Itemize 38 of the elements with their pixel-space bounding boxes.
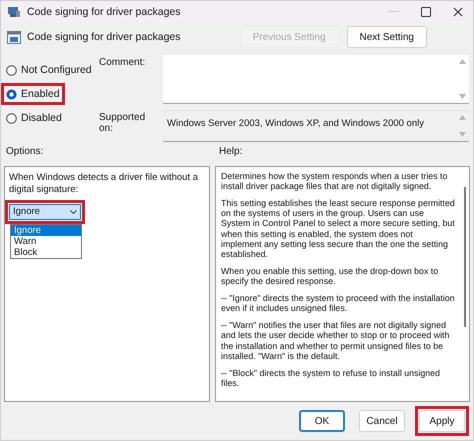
comment-label: Comment: [99,56,146,70]
next-setting-button[interactable]: Next Setting [346,26,427,48]
scroll-down-icon[interactable] [458,132,466,137]
radio-button[interactable]: Enabled [6,88,60,100]
minimize-icon[interactable] [389,11,399,13]
supported-on-label: Supported on: [99,111,146,136]
maximize-icon[interactable] [421,7,431,17]
dropdown-option[interactable]: Ignore [11,224,81,236]
setting-icon [7,30,21,44]
comment-field[interactable] [163,55,469,104]
scrollbar-thumb[interactable] [464,187,466,327]
chevron-down-icon [70,210,77,214]
scroll-down-icon[interactable] [458,94,466,99]
setting-title: Code signing for driver packages [27,31,182,43]
options-label: Options: [6,146,44,159]
scroll-up-icon[interactable] [458,115,466,120]
dialog-button[interactable]: Cancel [359,410,405,432]
radio-circle-icon [6,88,17,100]
scroll-up-icon[interactable] [458,59,466,64]
supported-on-value: Windows Server 2003, Windows XP, and Windows 2000 only [166,117,425,131]
help-label: Help: [219,146,242,159]
help-paragraph: -- "Block" directs the system to refuse to install unsigned files. [221,368,441,388]
radio-button[interactable]: Not Configured [6,64,92,76]
option-prompt: When Windows detects a driver file without a digital signature: [9,172,200,196]
help-paragraph: Determines how the system responds when a user tries to install driver package files that are not digitally signed. [221,171,448,192]
radio-circle-icon [6,112,17,124]
radio-button[interactable]: Disabled [6,112,62,124]
help-paragraph: -- "Ignore" directs the system to proceed with the installation even if it includes unsigned files. [221,293,455,314]
window-title: Code signing for driver packages [27,6,182,18]
help-paragraph: -- "Warn" notifies the user that files are not digitally signed and lets the user decide whether to stop or to proceed with the installation and whether to permit unsigned files to be installed. "Warn" is the default. [221,320,450,361]
close-icon[interactable] [453,7,463,17]
policy-icon [7,6,21,18]
dialog-button[interactable]: Apply [419,410,465,432]
help-paragraph: This setting establishes the least secure response permitted on the systems of users in the group. Users can use System in Control Panel to select a more secure setting, but when this setting is enabled, the system does not implement any setting less secure than the one the setting established. [221,198,455,259]
response-dropdown[interactable]: Ignore [9,204,81,220]
radio-circle-icon [6,64,17,76]
dialog-button[interactable]: OK [299,410,345,432]
help-paragraph: When you enable this setting, use the drop-down box to specify the desired response. [221,266,440,286]
